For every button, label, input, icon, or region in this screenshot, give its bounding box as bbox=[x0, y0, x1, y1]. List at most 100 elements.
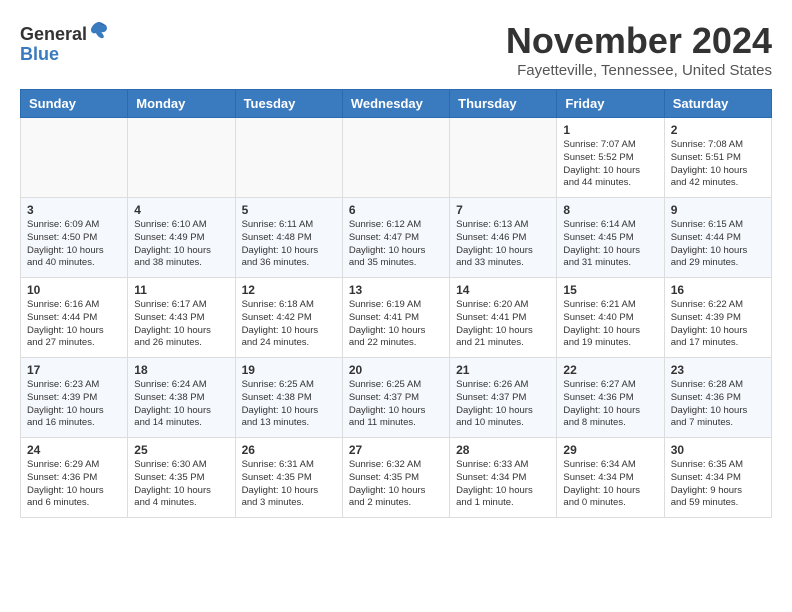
day-number: 7 bbox=[456, 203, 550, 217]
day-number: 16 bbox=[671, 283, 765, 297]
calendar-week-row: 10 Sunrise: 6:16 AM Sunset: 4:44 PM Dayli… bbox=[21, 278, 772, 358]
calendar-day-cell: 13 Sunrise: 6:19 AM Sunset: 4:41 PM Dayli… bbox=[342, 278, 449, 358]
day-info: Sunrise: 6:13 AM Sunset: 4:46 PM Dayligh… bbox=[456, 219, 550, 270]
location: Fayetteville, Tennessee, United States bbox=[506, 62, 772, 79]
calendar-day-cell bbox=[450, 118, 557, 198]
calendar-day-cell: 19 Sunrise: 6:25 AM Sunset: 4:38 PM Dayli… bbox=[235, 358, 342, 438]
day-number: 11 bbox=[134, 283, 228, 297]
day-number: 20 bbox=[349, 363, 443, 377]
day-info: Sunrise: 6:10 AM Sunset: 4:49 PM Dayligh… bbox=[134, 219, 228, 270]
day-number: 25 bbox=[134, 443, 228, 457]
day-number: 15 bbox=[563, 283, 657, 297]
calendar-week-row: 17 Sunrise: 6:23 AM Sunset: 4:39 PM Dayli… bbox=[21, 358, 772, 438]
calendar-week-row: 24 Sunrise: 6:29 AM Sunset: 4:36 PM Dayli… bbox=[21, 438, 772, 518]
day-info: Sunrise: 6:29 AM Sunset: 4:36 PM Dayligh… bbox=[27, 459, 121, 510]
day-info: Sunrise: 6:19 AM Sunset: 4:41 PM Dayligh… bbox=[349, 299, 443, 350]
day-number: 9 bbox=[671, 203, 765, 217]
calendar-day-cell bbox=[342, 118, 449, 198]
calendar-day-cell: 6 Sunrise: 6:12 AM Sunset: 4:47 PM Daylig… bbox=[342, 198, 449, 278]
day-of-week-header: Saturday bbox=[664, 90, 771, 118]
page-header: General Blue November 2024 Fayetteville,… bbox=[20, 20, 772, 79]
calendar-day-cell: 25Sunrise: 6:30 AM Sunset: 4:35 PM Dayli… bbox=[128, 438, 235, 518]
day-info: Sunrise: 6:21 AM Sunset: 4:40 PM Dayligh… bbox=[563, 299, 657, 350]
calendar-day-cell: 28Sunrise: 6:33 AM Sunset: 4:34 PM Dayli… bbox=[450, 438, 557, 518]
calendar-day-cell: 4 Sunrise: 6:10 AM Sunset: 4:49 PM Daylig… bbox=[128, 198, 235, 278]
day-info: Sunrise: 6:17 AM Sunset: 4:43 PM Dayligh… bbox=[134, 299, 228, 350]
title-block: November 2024 Fayetteville, Tennessee, U… bbox=[506, 20, 772, 79]
calendar-day-cell: 18 Sunrise: 6:24 AM Sunset: 4:38 PM Dayli… bbox=[128, 358, 235, 438]
day-info: Sunrise: 6:31 AM Sunset: 4:35 PM Dayligh… bbox=[242, 459, 336, 510]
calendar-day-cell: 22 Sunrise: 6:27 AM Sunset: 4:36 PM Dayli… bbox=[557, 358, 664, 438]
day-number: 13 bbox=[349, 283, 443, 297]
day-info: Sunrise: 6:11 AM Sunset: 4:48 PM Dayligh… bbox=[242, 219, 336, 270]
day-number: 10 bbox=[27, 283, 121, 297]
calendar-day-cell: 20 Sunrise: 6:25 AM Sunset: 4:37 PM Dayli… bbox=[342, 358, 449, 438]
day-number: 23 bbox=[671, 363, 765, 377]
day-info: Sunrise: 6:22 AM Sunset: 4:39 PM Dayligh… bbox=[671, 299, 765, 350]
day-info: Sunrise: 7:08 AM Sunset: 5:51 PM Dayligh… bbox=[671, 139, 765, 190]
day-number: 30 bbox=[671, 443, 765, 457]
day-number: 8 bbox=[563, 203, 657, 217]
calendar-day-cell: 17 Sunrise: 6:23 AM Sunset: 4:39 PM Dayli… bbox=[21, 358, 128, 438]
day-of-week-header: Thursday bbox=[450, 90, 557, 118]
calendar-day-cell: 21 Sunrise: 6:26 AM Sunset: 4:37 PM Dayli… bbox=[450, 358, 557, 438]
logo: General Blue bbox=[20, 20, 109, 65]
calendar-day-cell: 12Sunrise: 6:18 AM Sunset: 4:42 PM Dayli… bbox=[235, 278, 342, 358]
calendar-day-cell: 14 Sunrise: 6:20 AM Sunset: 4:41 PM Dayli… bbox=[450, 278, 557, 358]
day-number: 12 bbox=[242, 283, 336, 297]
day-info: Sunrise: 6:25 AM Sunset: 4:37 PM Dayligh… bbox=[349, 379, 443, 430]
logo-bird-icon bbox=[89, 20, 109, 40]
calendar-header-row: SundayMondayTuesdayWednesdayThursdayFrid… bbox=[21, 90, 772, 118]
day-info: Sunrise: 6:14 AM Sunset: 4:45 PM Dayligh… bbox=[563, 219, 657, 270]
day-info: Sunrise: 6:16 AM Sunset: 4:44 PM Dayligh… bbox=[27, 299, 121, 350]
day-number: 14 bbox=[456, 283, 550, 297]
day-number: 2 bbox=[671, 123, 765, 137]
day-info: Sunrise: 6:23 AM Sunset: 4:39 PM Dayligh… bbox=[27, 379, 121, 430]
month-title: November 2024 bbox=[506, 20, 772, 62]
day-number: 17 bbox=[27, 363, 121, 377]
day-number: 28 bbox=[456, 443, 550, 457]
calendar-day-cell: 9 Sunrise: 6:15 AM Sunset: 4:44 PM Daylig… bbox=[664, 198, 771, 278]
day-info: Sunrise: 6:28 AM Sunset: 4:36 PM Dayligh… bbox=[671, 379, 765, 430]
day-number: 26 bbox=[242, 443, 336, 457]
day-number: 4 bbox=[134, 203, 228, 217]
day-info: Sunrise: 6:25 AM Sunset: 4:38 PM Dayligh… bbox=[242, 379, 336, 430]
day-info: Sunrise: 6:20 AM Sunset: 4:41 PM Dayligh… bbox=[456, 299, 550, 350]
calendar-day-cell: 26 Sunrise: 6:31 AM Sunset: 4:35 PM Dayli… bbox=[235, 438, 342, 518]
day-number: 5 bbox=[242, 203, 336, 217]
day-of-week-header: Wednesday bbox=[342, 90, 449, 118]
calendar-week-row: 3Sunrise: 6:09 AM Sunset: 4:50 PM Daylig… bbox=[21, 198, 772, 278]
day-number: 24 bbox=[27, 443, 121, 457]
day-number: 22 bbox=[563, 363, 657, 377]
calendar-day-cell: 1Sunrise: 7:07 AM Sunset: 5:52 PM Daylig… bbox=[557, 118, 664, 198]
day-of-week-header: Friday bbox=[557, 90, 664, 118]
calendar-day-cell: 7 Sunrise: 6:13 AM Sunset: 4:46 PM Daylig… bbox=[450, 198, 557, 278]
calendar-day-cell: 27Sunrise: 6:32 AM Sunset: 4:35 PM Dayli… bbox=[342, 438, 449, 518]
day-info: Sunrise: 6:24 AM Sunset: 4:38 PM Dayligh… bbox=[134, 379, 228, 430]
day-info: Sunrise: 6:26 AM Sunset: 4:37 PM Dayligh… bbox=[456, 379, 550, 430]
day-of-week-header: Sunday bbox=[21, 90, 128, 118]
day-info: Sunrise: 6:34 AM Sunset: 4:34 PM Dayligh… bbox=[563, 459, 657, 510]
calendar-day-cell: 16 Sunrise: 6:22 AM Sunset: 4:39 PM Dayli… bbox=[664, 278, 771, 358]
calendar-day-cell: 24 Sunrise: 6:29 AM Sunset: 4:36 PM Dayli… bbox=[21, 438, 128, 518]
calendar-day-cell: 2 Sunrise: 7:08 AM Sunset: 5:51 PM Daylig… bbox=[664, 118, 771, 198]
day-info: Sunrise: 6:12 AM Sunset: 4:47 PM Dayligh… bbox=[349, 219, 443, 270]
day-info: Sunrise: 6:27 AM Sunset: 4:36 PM Dayligh… bbox=[563, 379, 657, 430]
day-number: 3 bbox=[27, 203, 121, 217]
day-info: Sunrise: 6:35 AM Sunset: 4:34 PM Dayligh… bbox=[671, 459, 765, 510]
day-number: 29 bbox=[563, 443, 657, 457]
calendar-table: SundayMondayTuesdayWednesdayThursdayFrid… bbox=[20, 89, 772, 518]
calendar-week-row: 1Sunrise: 7:07 AM Sunset: 5:52 PM Daylig… bbox=[21, 118, 772, 198]
logo-blue: Blue bbox=[20, 44, 59, 64]
calendar-day-cell: 23 Sunrise: 6:28 AM Sunset: 4:36 PM Dayli… bbox=[664, 358, 771, 438]
calendar-day-cell: 3Sunrise: 6:09 AM Sunset: 4:50 PM Daylig… bbox=[21, 198, 128, 278]
day-number: 19 bbox=[242, 363, 336, 377]
calendar-day-cell bbox=[128, 118, 235, 198]
calendar-day-cell bbox=[235, 118, 342, 198]
day-number: 6 bbox=[349, 203, 443, 217]
day-info: Sunrise: 6:32 AM Sunset: 4:35 PM Dayligh… bbox=[349, 459, 443, 510]
calendar-day-cell bbox=[21, 118, 128, 198]
day-number: 18 bbox=[134, 363, 228, 377]
day-number: 21 bbox=[456, 363, 550, 377]
day-info: Sunrise: 6:15 AM Sunset: 4:44 PM Dayligh… bbox=[671, 219, 765, 270]
